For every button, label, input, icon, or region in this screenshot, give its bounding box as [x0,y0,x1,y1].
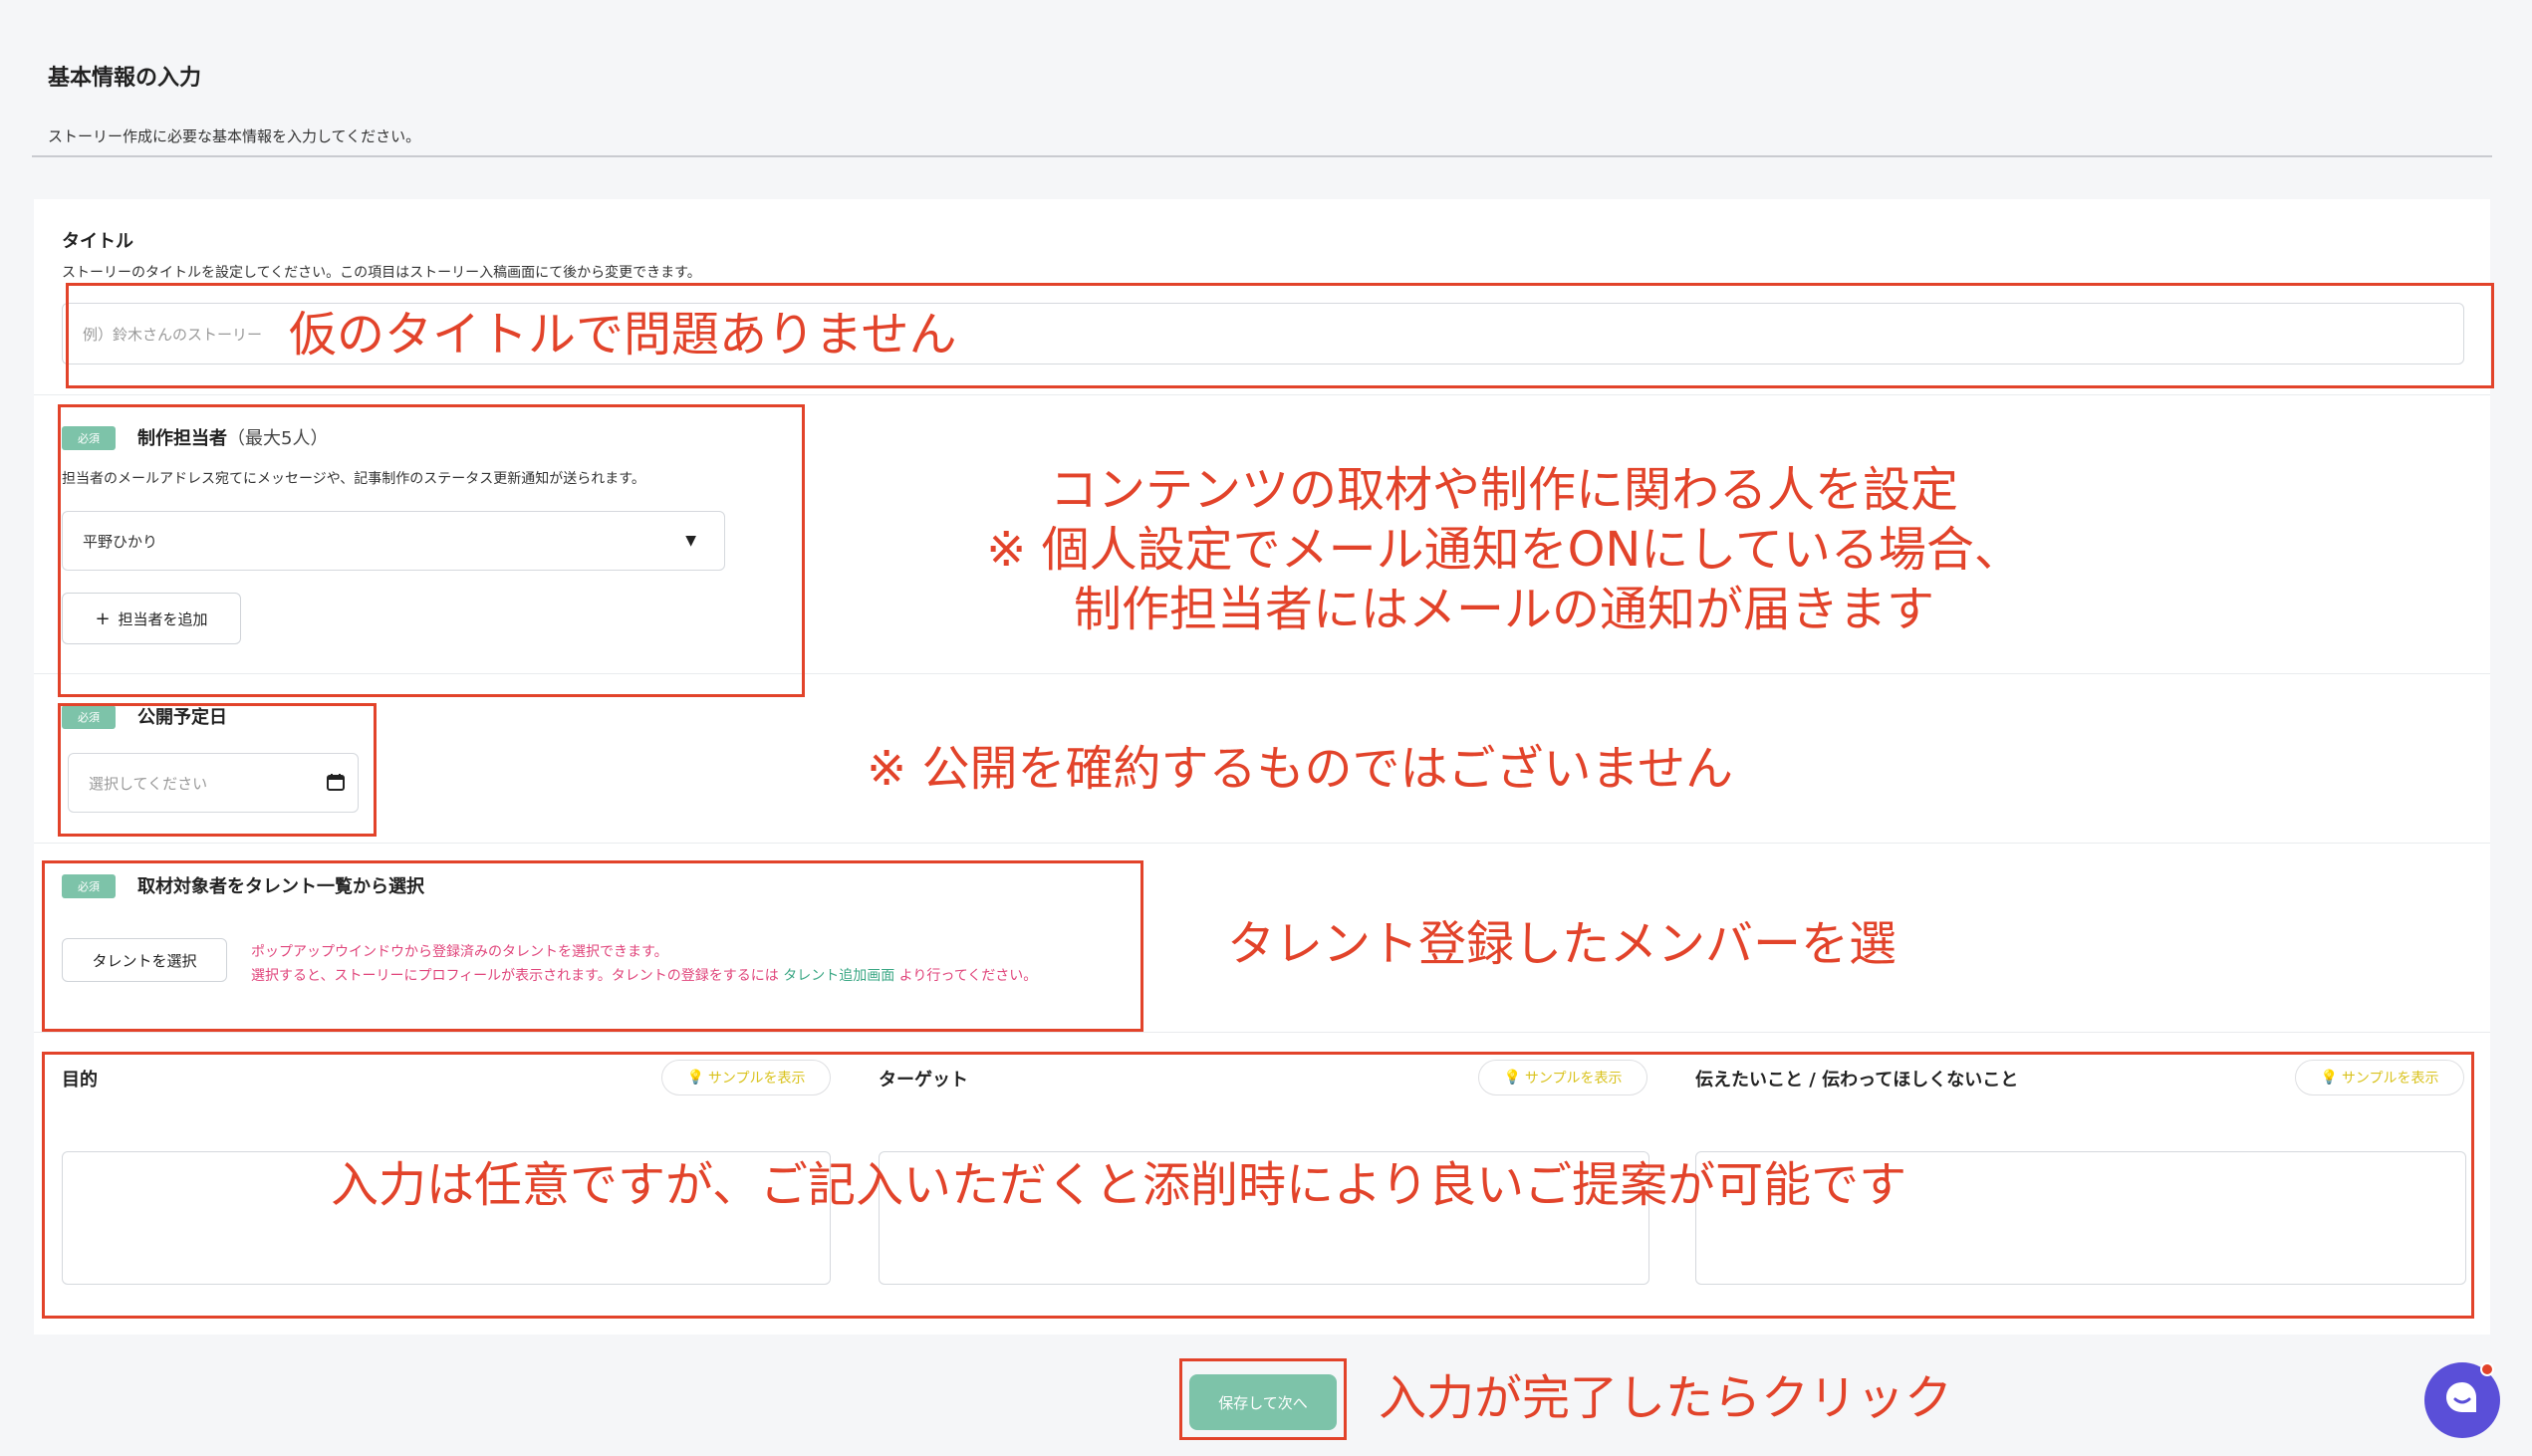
header-divider [32,155,2492,157]
title-description: ストーリーのタイトルを設定してください。この項目はストーリー入稿画面にて後から変… [62,265,701,281]
chat-icon [2442,1378,2482,1422]
annotation-save-note: 入力が完了したらクリック [1379,1370,1953,1426]
page-title: 基本情報の入力 [48,66,202,91]
annotation-box-talent [42,860,1143,1032]
annotation-box-save [1179,1358,1347,1440]
annotation-box-date [58,703,377,837]
notification-dot [2480,1362,2494,1376]
section-divider [34,394,2490,395]
annotation-purpose-note: 入力は任意ですが、ご記入いただくと添削時により良いご提案が可能です [331,1157,1907,1213]
page-subtitle: ストーリー作成に必要な基本情報を入力してください。 [48,127,421,145]
section-divider [34,843,2490,844]
title-label: タイトル [62,231,133,252]
annotation-title-note: 仮のタイトルで問題ありません [289,307,957,363]
section-divider [34,1032,2490,1033]
annotation-staff-note: コンテンツの取材や制作に関わる人を設定 ※ 個人設定でメール通知をONにしている… [986,462,2022,637]
annotation-date-note: ※ 公開を確約するものではございません [867,741,1734,797]
annotation-box-staff [58,404,805,697]
annotation-talent-note: タレント登録したメンバーを選 [1227,916,1898,972]
